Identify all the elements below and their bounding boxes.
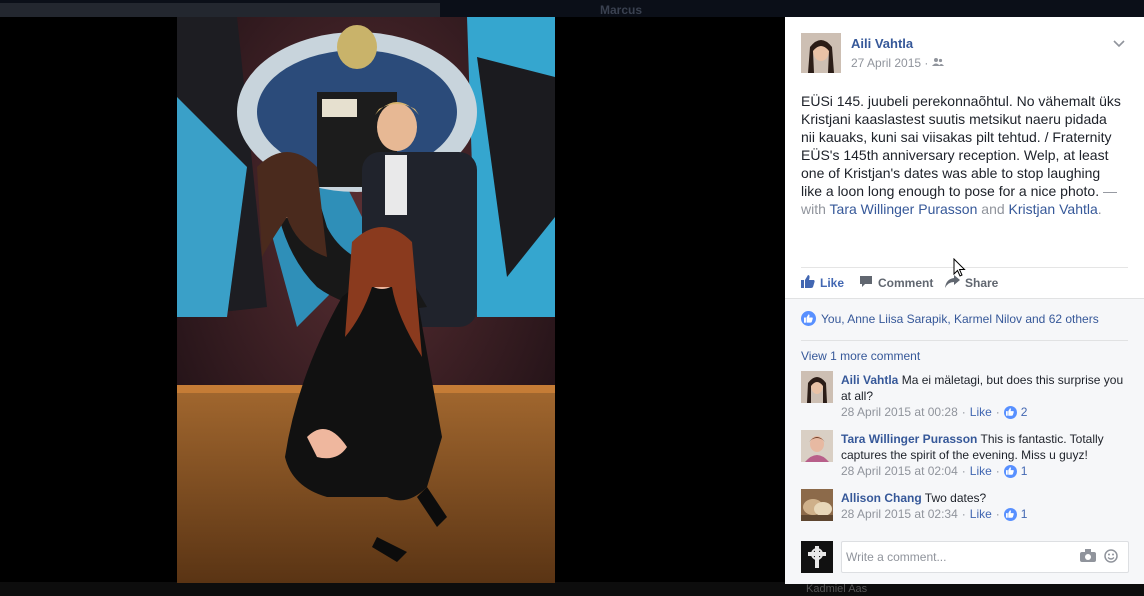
comment-meta: 28 April 2015 at 02:04 · Like · 1 — [841, 464, 1027, 478]
like-count-icon — [1003, 507, 1017, 521]
commenter-name[interactable]: Allison Chang — [841, 491, 922, 505]
comment-like-link[interactable]: Like — [970, 405, 992, 419]
reactions-summary[interactable]: You, Anne Liisa Sarapik, Karmel Nilov an… — [801, 311, 1099, 326]
background-profile-name: Marcus — [600, 3, 643, 17]
comment-body: Aili Vahtla Ma ei mäletagi, but does thi… — [841, 372, 1131, 404]
comment-text: Two dates? — [924, 491, 987, 505]
like-label: Like — [820, 276, 845, 290]
background-bottom-bar: Kadmiel Aas — [0, 582, 1144, 596]
comment-like-count[interactable]: 1 — [1021, 507, 1028, 521]
comment-input-placeholder: Write a comment... — [846, 550, 947, 564]
background-chat-name: Kadmiel Aas — [806, 583, 868, 595]
emoji-icon[interactable] — [1104, 549, 1118, 566]
tagged-person-link[interactable]: Tara Willinger Purasson — [830, 201, 978, 217]
write-comment-row: Write a comment... — [801, 541, 1131, 577]
like-reaction-icon — [801, 311, 816, 326]
post-options-chevron-icon[interactable] — [1113, 37, 1125, 51]
background-top-bar: Marcus — [0, 0, 1144, 17]
author-name[interactable]: Aili Vahtla — [851, 36, 913, 51]
commenter-avatar[interactable] — [801, 489, 833, 521]
comment-like-link[interactable]: Like — [970, 464, 992, 478]
meta-separator: · — [961, 507, 966, 521]
like-count-icon — [1003, 405, 1017, 419]
current-user-avatar — [801, 541, 833, 573]
comment-body: Tara Willinger Purasson This is fantasti… — [841, 431, 1131, 463]
comment-body: Allison Chang Two dates? — [841, 490, 1131, 506]
meta-separator: · — [961, 405, 966, 419]
post-date: 27 April 2015 · — [851, 56, 944, 70]
divider — [801, 340, 1128, 341]
like-button[interactable]: Like — [801, 275, 844, 291]
friends-icon — [931, 56, 944, 70]
tagged-person-link[interactable]: Kristjan Vahtla — [1009, 201, 1098, 217]
commenter-name[interactable]: Tara Willinger Purasson — [841, 432, 977, 446]
comment-like-count[interactable]: 2 — [1021, 405, 1028, 419]
comments-section: You, Anne Liisa Sarapik, Karmel Nilov an… — [785, 298, 1144, 584]
post-body: EÜSi 145. juubeli perekonnaõhtul. No väh… — [801, 92, 1121, 218]
commenter-avatar[interactable] — [801, 430, 833, 462]
commenter-name[interactable]: Aili Vahtla — [841, 373, 898, 387]
post-text: EÜSi 145. juubeli perekonnaõhtul. No väh… — [801, 93, 1121, 199]
comment-meta: 28 April 2015 at 02:34 · Like · 1 — [841, 507, 1027, 521]
background-search-bar — [0, 3, 440, 17]
mouse-cursor-icon — [953, 257, 966, 281]
share-label: Share — [965, 276, 999, 290]
comment-icon — [859, 275, 873, 291]
comment-like-count[interactable]: 1 — [1021, 464, 1028, 478]
post-photo[interactable] — [177, 17, 555, 583]
thumbs-up-icon — [801, 275, 815, 291]
meta-separator: · — [961, 464, 966, 478]
comment-meta: 28 April 2015 at 00:28 · Like · 2 — [841, 405, 1027, 419]
comment-input[interactable]: Write a comment... — [841, 541, 1129, 573]
comment-button[interactable]: Comment — [859, 275, 933, 291]
comment-time[interactable]: 28 April 2015 at 00:28 — [841, 405, 958, 419]
comment-label: Comment — [878, 276, 934, 290]
comment-time[interactable]: 28 April 2015 at 02:04 — [841, 464, 958, 478]
post-date-text[interactable]: 27 April 2015 · — [851, 56, 928, 70]
reactions-text: You, Anne Liisa Sarapik, Karmel Nilov an… — [821, 311, 1099, 326]
period-text: . — [1097, 201, 1102, 217]
comment-like-link[interactable]: Like — [970, 507, 992, 521]
meta-separator: · — [995, 507, 1000, 521]
like-count-icon — [1003, 464, 1017, 478]
post-side-panel: Aili Vahtla 27 April 2015 · EÜSi 145. ju… — [785, 17, 1144, 584]
view-more-comments-link[interactable]: View 1 more comment — [801, 349, 920, 363]
commenter-avatar[interactable] — [801, 371, 833, 403]
camera-icon[interactable] — [1080, 549, 1096, 565]
meta-separator: · — [995, 464, 1000, 478]
comment-time[interactable]: 28 April 2015 at 02:34 — [841, 507, 958, 521]
author-avatar[interactable] — [801, 33, 841, 73]
and-text: and — [977, 201, 1009, 217]
meta-separator: · — [995, 405, 1000, 419]
